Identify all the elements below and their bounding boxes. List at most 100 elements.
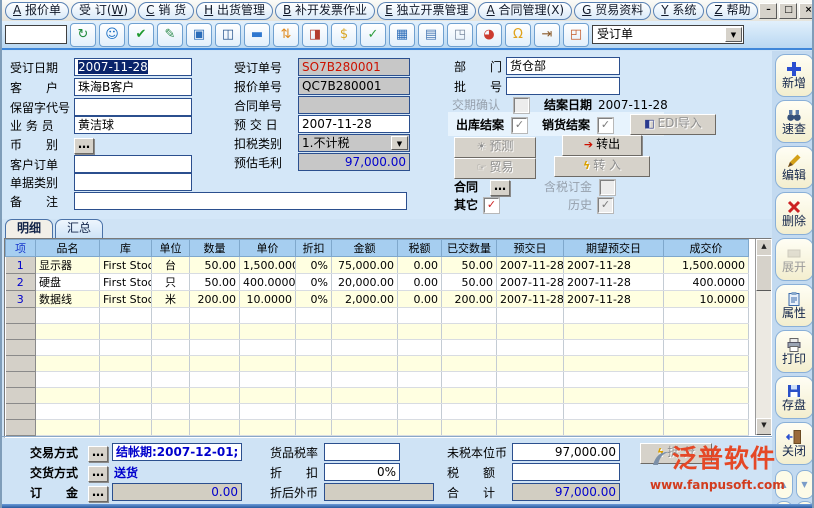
cell[interactable] xyxy=(6,420,36,436)
cell[interactable]: 0.00 xyxy=(398,257,442,274)
cell[interactable] xyxy=(240,404,296,420)
cell[interactable] xyxy=(240,388,296,404)
edi-import-button[interactable]: ◧EDI导入 xyxy=(630,114,716,135)
column-header-5[interactable]: 单价 xyxy=(240,240,296,257)
cell[interactable] xyxy=(152,356,190,372)
cell[interactable] xyxy=(190,372,240,388)
cell[interactable] xyxy=(332,324,398,340)
cell[interactable] xyxy=(398,372,442,388)
doc-type-select[interactable]: 受订单 ▼ xyxy=(592,25,744,44)
cell[interactable] xyxy=(240,324,296,340)
cell[interactable]: First Stock xyxy=(100,257,152,274)
cell[interactable] xyxy=(398,340,442,356)
scroll-down-icon[interactable]: ▼ xyxy=(756,418,772,435)
cell[interactable] xyxy=(332,308,398,324)
customer-button[interactable]: ☺ xyxy=(99,23,125,47)
cell[interactable]: 2,000.00 xyxy=(332,291,398,308)
column-header-1[interactable]: 品名 xyxy=(36,240,100,257)
cell[interactable] xyxy=(6,324,36,340)
cell[interactable] xyxy=(398,356,442,372)
cell[interactable] xyxy=(497,356,564,372)
payment-method-ellipsis-button[interactable]: … xyxy=(88,446,108,462)
menu-item-7[interactable]: G 贸易资料 xyxy=(574,2,651,20)
cell[interactable] xyxy=(152,324,190,340)
salesman-field[interactable]: 黄洁球 xyxy=(74,116,192,134)
report-button[interactable]: ◨ xyxy=(302,23,328,47)
cell[interactable]: 50.00 xyxy=(190,257,240,274)
delivery-method-ellipsis-button[interactable]: … xyxy=(88,466,108,482)
存盘-button[interactable]: 存盘 xyxy=(775,376,814,419)
cell[interactable] xyxy=(6,356,36,372)
cell[interactable] xyxy=(100,388,152,404)
cell[interactable]: 2007-11-28 xyxy=(497,274,564,291)
cell[interactable] xyxy=(100,420,152,436)
batch-no-field[interactable] xyxy=(506,77,620,95)
cell[interactable] xyxy=(100,324,152,340)
trade-button[interactable]: ☞贸易 xyxy=(454,158,536,179)
cell[interactable] xyxy=(332,340,398,356)
cell[interactable] xyxy=(332,420,398,436)
forecast-button[interactable]: ☀预测 xyxy=(454,137,536,158)
delivery-date-field[interactable]: 2007-11-28 xyxy=(298,115,410,133)
currency-ellipsis-button[interactable]: … xyxy=(74,138,94,154)
关闭-button[interactable]: 关闭 xyxy=(775,422,814,465)
order-lines-table[interactable]: 项品名库单位数量单价折扣金额税额已交数量预交日期望预交日成交价1显示器First… xyxy=(5,239,749,436)
payment-method-field[interactable]: 结帐期:2007-12-01; xyxy=(112,443,242,461)
cell[interactable] xyxy=(36,388,100,404)
cell[interactable] xyxy=(152,372,190,388)
chevron-down-icon[interactable]: ▼ xyxy=(725,27,742,42)
menu-item-8[interactable]: Y 系统 xyxy=(653,2,704,20)
cell[interactable] xyxy=(442,388,497,404)
cell[interactable]: 2007-11-28 xyxy=(564,257,664,274)
cell[interactable]: 显示器 xyxy=(36,257,100,274)
cell[interactable]: 50.00 xyxy=(442,257,497,274)
minimize-button[interactable]: – xyxy=(759,3,777,19)
cell[interactable] xyxy=(664,388,749,404)
新增-button[interactable]: 新增 xyxy=(775,54,814,97)
cell[interactable] xyxy=(564,356,664,372)
deposit-ellipsis-button[interactable]: … xyxy=(88,486,108,502)
cell[interactable]: 2007-11-28 xyxy=(497,291,564,308)
cell[interactable] xyxy=(240,340,296,356)
cell[interactable]: First Stock xyxy=(100,274,152,291)
cell[interactable] xyxy=(564,372,664,388)
calculator-button[interactable]: ▦ xyxy=(389,23,415,47)
cell[interactable]: 50.00 xyxy=(442,274,497,291)
cell[interactable] xyxy=(100,340,152,356)
bell-button[interactable]: Ω xyxy=(505,23,531,47)
customer-order-field[interactable] xyxy=(74,155,192,173)
cell[interactable] xyxy=(152,404,190,420)
column-header-7[interactable]: 金额 xyxy=(332,240,398,257)
scroll-down-icon[interactable]: ▼ xyxy=(796,470,814,499)
contract-ellipsis-button[interactable]: … xyxy=(490,180,510,196)
cell[interactable] xyxy=(190,404,240,420)
删除-button[interactable]: 删除 xyxy=(775,192,814,235)
cell[interactable]: 硬盘 xyxy=(36,274,100,291)
编辑-button[interactable]: 编辑 xyxy=(775,146,814,189)
department-field[interactable]: 货仓部 xyxy=(506,57,620,75)
cell[interactable] xyxy=(240,356,296,372)
cell[interactable] xyxy=(442,420,497,436)
cell[interactable] xyxy=(6,308,36,324)
cell[interactable] xyxy=(497,404,564,420)
cell[interactable] xyxy=(190,340,240,356)
cell[interactable] xyxy=(442,372,497,388)
cell[interactable] xyxy=(100,372,152,388)
cell[interactable]: 20,000.00 xyxy=(332,274,398,291)
photo-card-button[interactable]: ▣ xyxy=(186,23,212,47)
tax-deposit-checkbox[interactable] xyxy=(600,180,615,195)
menu-item-5[interactable]: E 独立开票管理 xyxy=(377,2,476,20)
window-button[interactable]: ◰ xyxy=(563,23,589,47)
速查-button[interactable]: 速查 xyxy=(775,100,814,143)
goods-tax-rate-field[interactable] xyxy=(324,443,400,461)
cell[interactable] xyxy=(664,356,749,372)
book-button[interactable]: ◫ xyxy=(215,23,241,47)
column-header-11[interactable]: 期望预交日 xyxy=(564,240,664,257)
outbound-closed-checkbox[interactable]: ✓ xyxy=(512,118,527,133)
close-button[interactable]: × xyxy=(799,3,814,19)
approve-button[interactable]: ✔ xyxy=(128,23,154,47)
cell[interactable] xyxy=(6,372,36,388)
cell[interactable]: 75,000.00 xyxy=(332,257,398,274)
doc-category-field[interactable] xyxy=(74,173,192,191)
cell[interactable] xyxy=(36,372,100,388)
